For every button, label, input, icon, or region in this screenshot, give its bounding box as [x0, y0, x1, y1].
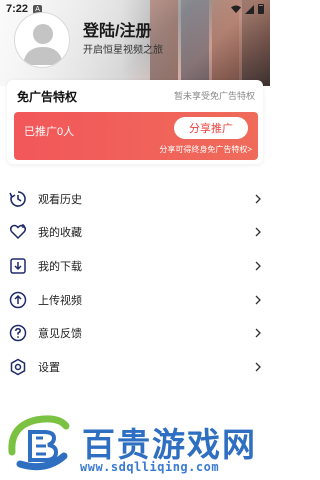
avatar[interactable] — [14, 12, 70, 68]
battery-icon — [258, 4, 264, 14]
menu-item-label: 上传视频 — [38, 294, 82, 307]
default-user-icon — [23, 24, 63, 65]
status-time: 7:22 — [6, 3, 29, 15]
chevron-right-icon — [255, 328, 261, 338]
signal-icon — [245, 4, 254, 14]
chevron-right-icon — [255, 295, 261, 305]
chevron-right-icon — [255, 227, 261, 237]
history-icon — [8, 189, 28, 209]
menu-item-feedback[interactable]: 意见反馈 — [0, 316, 270, 350]
promotion-banner: 已推广0人 分享推广 分享可得终身免广告特权> — [14, 112, 258, 160]
status-indicators — [231, 4, 264, 14]
login-subtitle: 开启恒星视频之旅 — [83, 45, 163, 56]
ad-free-status: 暂未享受免广告特权 — [173, 91, 255, 101]
ad-free-title: 免广告特权 — [17, 90, 78, 104]
watermark-title: 百贵游戏网 — [82, 425, 257, 464]
watermark-logo-icon — [8, 415, 70, 471]
share-promote-button[interactable]: 分享推广 — [174, 117, 248, 139]
menu-item-favorites[interactable]: 我的收藏 — [0, 216, 270, 250]
feedback-question-icon — [8, 323, 28, 343]
favorite-heart-icon — [8, 222, 28, 242]
chevron-right-icon — [255, 194, 261, 204]
login-register-link[interactable]: 登陆/注册 — [83, 17, 151, 41]
ad-free-card: 免广告特权 暂未享受免广告特权 已推广0人 分享推广 分享可得终身免广告特权> — [7, 80, 263, 164]
chevron-right-icon — [255, 261, 261, 271]
menu-item-label: 我的下载 — [38, 260, 82, 273]
menu-item-label: 设置 — [38, 361, 60, 374]
menu-item-label: 观看历史 — [38, 193, 82, 206]
watermark-url: www.sdqlliqing.com — [80, 460, 220, 474]
wifi-icon — [231, 5, 241, 13]
settings-hexagon-icon — [8, 357, 28, 377]
menu-item-history[interactable]: 观看历史 — [0, 182, 270, 216]
menu-item-label: 意见反馈 — [38, 328, 82, 341]
upload-icon — [8, 290, 28, 310]
menu-item-label: 我的收藏 — [38, 227, 82, 240]
download-icon — [8, 256, 28, 276]
share-hint-link[interactable]: 分享可得终身免广告特权> — [159, 144, 252, 155]
chevron-right-icon — [255, 362, 261, 372]
site-watermark: 百贵游戏网 www.sdqlliqing.com — [6, 412, 268, 478]
profile-menu: 观看历史 我的收藏 我的下载 上传视频 意见反馈 设置 — [0, 182, 270, 384]
promoted-count: 已推广0人 — [24, 126, 75, 138]
menu-item-upload[interactable]: 上传视频 — [0, 283, 270, 317]
menu-item-settings[interactable]: 设置 — [0, 350, 270, 384]
menu-item-downloads[interactable]: 我的下载 — [0, 249, 270, 283]
